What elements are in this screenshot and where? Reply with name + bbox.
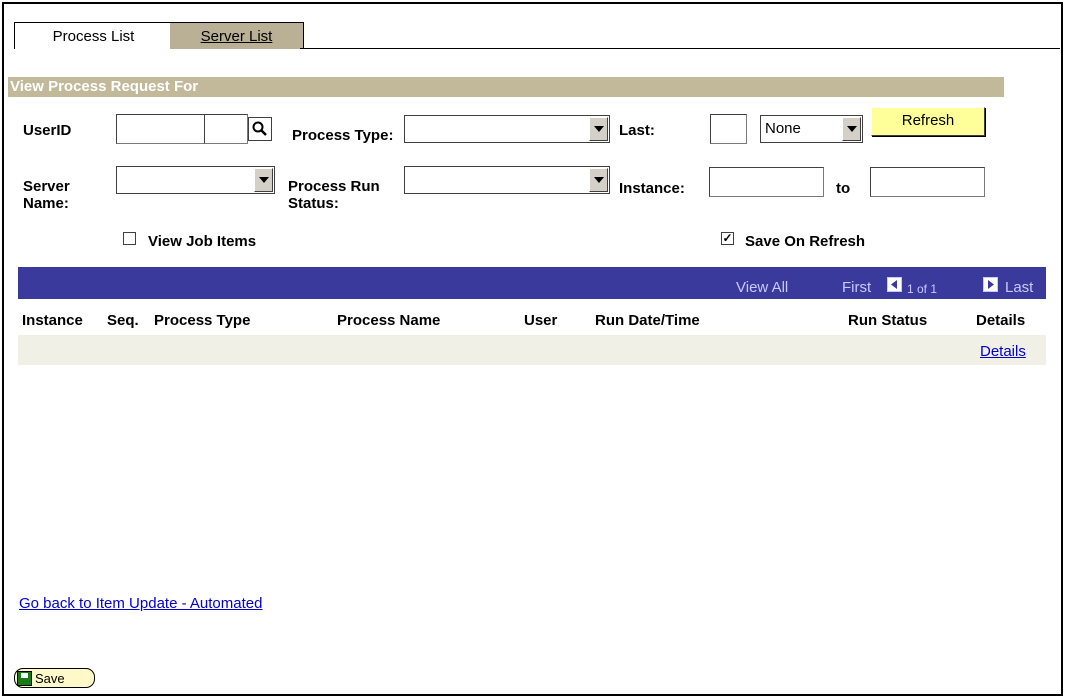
save-button[interactable]: Save [14, 668, 95, 688]
save-on-refresh-checkbox[interactable]: ✓ [721, 232, 734, 245]
process-type-select[interactable] [404, 115, 610, 143]
save-on-refresh-label: Save On Refresh [745, 233, 866, 250]
tab-process-list-label: Process List [52, 27, 135, 45]
tab-server-list-label: Server List [200, 27, 273, 45]
column-header-run-datetime: Run Date/Time [595, 312, 700, 329]
userid-input-tail[interactable] [204, 114, 248, 144]
instance-label: Instance: [619, 180, 685, 197]
instance-to-input[interactable] [870, 167, 985, 197]
refresh-button[interactable]: Refresh [871, 107, 985, 136]
server-name-select[interactable] [116, 166, 275, 194]
server-name-label: Server Name: [23, 178, 70, 212]
userid-label: UserID [23, 122, 72, 139]
instance-from-input[interactable] [709, 167, 824, 197]
chevron-down-icon[interactable] [589, 117, 608, 141]
last-input[interactable] [710, 114, 747, 144]
column-header-process-name: Process Name [337, 312, 441, 329]
previous-page-icon[interactable] [887, 277, 902, 292]
last-unit-value: None [765, 120, 801, 137]
chevron-down-icon[interactable] [589, 168, 608, 192]
run-status-select[interactable] [404, 166, 610, 194]
chevron-down-icon[interactable] [254, 168, 273, 192]
to-label: to [836, 180, 851, 197]
column-header-seq: Seq. [107, 312, 139, 329]
column-header-details: Details [976, 312, 1026, 329]
next-page-icon[interactable] [983, 277, 998, 292]
view-all-link[interactable]: View All [736, 279, 788, 296]
details-link[interactable]: Details [980, 343, 1026, 360]
view-job-items-label: View Job Items [148, 233, 257, 250]
page-info: 1 of 1 [907, 282, 938, 296]
first-link[interactable]: First [842, 279, 871, 296]
column-header-instance: Instance [22, 312, 83, 329]
last-label: Last: [619, 122, 655, 139]
process-type-label: Process Type: [292, 127, 394, 144]
column-header-run-status: Run Status [848, 312, 928, 329]
lookup-icon[interactable] [248, 117, 272, 141]
save-icon [17, 670, 32, 686]
column-header-user: User [524, 312, 558, 329]
save-button-label: Save [35, 670, 65, 686]
chevron-down-icon[interactable] [842, 117, 861, 141]
userid-input[interactable] [116, 114, 204, 144]
section-header: View Process Request For [8, 77, 1004, 97]
tab-underline [300, 48, 1060, 49]
last-unit-select[interactable]: None [760, 115, 863, 143]
tab-process-list[interactable]: Process List [14, 22, 172, 49]
table-row [18, 335, 1046, 365]
column-header-process-type: Process Type [154, 312, 251, 329]
back-to-item-update-link[interactable]: Go back to Item Update - Automated [19, 595, 262, 612]
tab-server-list[interactable]: Server List [170, 22, 304, 49]
last-link[interactable]: Last [1005, 279, 1033, 296]
run-status-label: Process Run Status: [288, 178, 380, 212]
view-job-items-checkbox[interactable] [123, 232, 136, 245]
